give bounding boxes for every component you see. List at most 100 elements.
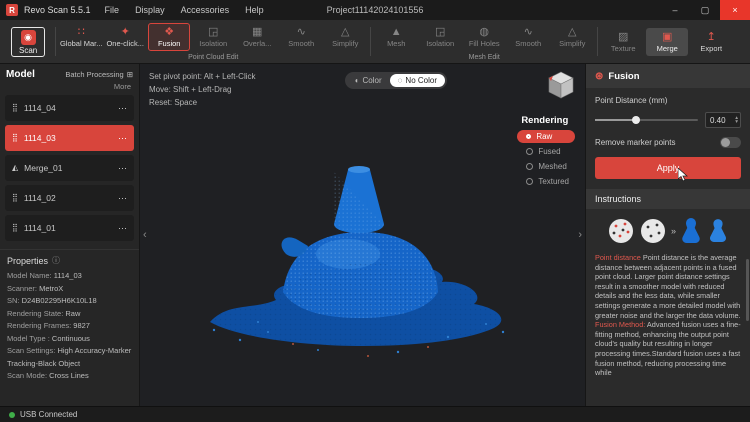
scan-label: Scan (19, 46, 37, 55)
apply-button[interactable]: Apply (595, 157, 741, 179)
fusion-icon: ❖ (164, 26, 174, 38)
viewport-hints: Set pivot point: Alt + Left-Click Move: … (149, 70, 256, 109)
tool-smooth[interactable]: ∿ Smooth (280, 23, 322, 51)
toolbar: ◉ Scan ∷ Global Mar... ✦ One-click... ❖ … (0, 20, 750, 64)
model-list: ⣿ 1114_04 ⋯ ⣿ 1114_03 ⋯ ◭ Merge_01 ⋯ ⣿ 1… (0, 95, 139, 241)
tool-fill-holes[interactable]: ◍ Fill Holes (463, 23, 505, 51)
properties-title: Properties (7, 256, 48, 266)
stepper-buttons[interactable]: ▴ ▾ (735, 116, 738, 125)
no-color-option[interactable]: ◌ No Color (390, 74, 445, 87)
tool-mesh-simplify[interactable]: △ Simplify (551, 23, 593, 51)
instructions-illustration: » (595, 216, 741, 246)
orientation-cube[interactable] (544, 69, 578, 108)
prop-model-type: Model Type : Continuous (7, 333, 132, 346)
tool-isolation[interactable]: ◲ Isolation (192, 23, 234, 51)
texture-icon: ▨ (618, 31, 628, 43)
point-distance-label: Point Distance (mm) (595, 96, 741, 105)
app-title: Revo Scan 5.5.1 (24, 5, 91, 15)
collapse-right-icon[interactable]: › (578, 229, 582, 241)
fusion-panel-title: Fusion (608, 71, 639, 82)
remove-markers-toggle[interactable] (720, 137, 741, 148)
tool-mesh-isolation[interactable]: ◲ Isolation (419, 23, 461, 51)
usb-status-icon (9, 412, 15, 418)
tool-merge[interactable]: ▣ Merge (646, 28, 688, 56)
model-item-1114-02[interactable]: ⣿ 1114_02 ⋯ (5, 185, 134, 211)
tool-mesh[interactable]: ▲ Mesh (375, 23, 417, 51)
info-icon[interactable]: ⓘ (52, 255, 60, 266)
scrollbar[interactable] (746, 259, 749, 321)
tool-overlap[interactable]: ▦ Overla... (236, 23, 278, 51)
app-logo-icon: R (6, 4, 18, 16)
pointcloud-icon: ⣿ (12, 224, 18, 232)
rendering-title: Rendering (521, 115, 568, 126)
item-menu-button[interactable]: ⋯ (118, 163, 127, 174)
menu-file[interactable]: File (105, 5, 120, 15)
instructions-title: Instructions (586, 189, 750, 209)
smooth-icon: ∿ (297, 26, 306, 38)
mouse-cursor-icon (678, 168, 688, 184)
scan-button[interactable]: ◉ Scan (11, 27, 45, 57)
instructions-text: Point distance Point distance is the ave… (595, 253, 741, 378)
tool-one-click[interactable]: ✦ One-click... (104, 23, 146, 51)
overlap-icon: ▦ (252, 26, 262, 38)
window-controls: – ▢ × (660, 0, 750, 20)
mesh-model-icon: ◭ (12, 164, 18, 172)
no-color-icon: ◌ (398, 76, 403, 85)
toolbar-divider (55, 27, 56, 56)
model-item-1114-01[interactable]: ⣿ 1114_01 ⋯ (5, 215, 134, 241)
item-menu-button[interactable]: ⋯ (118, 193, 127, 204)
arrow-icon: » (671, 226, 675, 236)
prop-scanner: Scanner: MetroX (7, 283, 132, 296)
prop-sn: SN: D24B02295H6K10L18 (7, 295, 132, 308)
model-3d-view[interactable] (198, 132, 528, 372)
color-icon: ◐ (355, 76, 360, 85)
item-menu-button[interactable]: ⋯ (118, 223, 127, 234)
remove-markers-label: Remove marker points (595, 138, 675, 147)
model-item-1114-03[interactable]: ⣿ 1114_03 ⋯ (5, 125, 134, 151)
fusion-panel-icon: ⊛ (595, 71, 603, 82)
menu-display[interactable]: Display (135, 5, 165, 15)
point-distance-input[interactable]: 0.40 ▴ ▾ (705, 112, 741, 128)
tool-fusion[interactable]: ❖ Fusion (148, 23, 190, 51)
merge-icon: ▣ (662, 31, 672, 43)
menubar: File Display Accessories Help (105, 5, 264, 15)
tool-mesh-smooth[interactable]: ∿ Smooth (507, 23, 549, 51)
maximize-button[interactable]: ▢ (690, 0, 720, 20)
statusbar: USB Connected (0, 406, 750, 422)
menu-help[interactable]: Help (245, 5, 264, 15)
global-markers-icon: ∷ (78, 26, 85, 38)
item-menu-button[interactable]: ⋯ (118, 133, 127, 144)
bust-model-2 (707, 217, 729, 245)
stepper-down-icon[interactable]: ▾ (735, 120, 738, 125)
tool-simplify[interactable]: △ Simplify (324, 23, 366, 51)
color-toggle: ◐ Color ◌ No Color (345, 72, 447, 89)
item-menu-button[interactable]: ⋯ (118, 103, 127, 114)
color-option[interactable]: ◐ Color (347, 74, 390, 87)
tool-texture[interactable]: ▨ Texture (602, 28, 644, 56)
slider-knob[interactable] (632, 116, 640, 124)
tool-export[interactable]: ↥ Export (690, 28, 732, 56)
model-item-1114-04[interactable]: ⣿ 1114_04 ⋯ (5, 95, 134, 121)
tool-global-markers[interactable]: ∷ Global Mar... (60, 23, 102, 51)
more-button[interactable]: More (114, 82, 131, 91)
pointcloud-icon: ⣿ (12, 194, 18, 202)
model-item-merge-01[interactable]: ◭ Merge_01 ⋯ (5, 155, 134, 181)
usb-status-text: USB Connected (20, 410, 77, 419)
bust-model-1 (679, 216, 703, 246)
point-distance-slider[interactable] (595, 115, 698, 125)
collapse-left-icon[interactable]: ‹ (143, 229, 147, 241)
sidebar-title: Model (6, 69, 35, 80)
batch-processing-button[interactable]: Batch Processing ⊞ (65, 70, 133, 79)
prop-rendering-frames: Rendering Frames: 9827 (7, 320, 132, 333)
prop-scan-mode: Scan Mode: Cross Lines (7, 370, 132, 383)
simplify-icon: △ (341, 26, 349, 38)
menu-accessories[interactable]: Accessories (181, 5, 230, 15)
close-button[interactable]: × (720, 0, 750, 20)
fill-holes-icon: ◍ (479, 26, 489, 38)
marker-circle-after (639, 217, 667, 245)
pointcloud-icon: ⣿ (12, 134, 18, 142)
pointcloud-icon: ⣿ (12, 104, 18, 112)
fusion-panel: ⊛ Fusion Point Distance (mm) 0.40 ▴ ▾ Re… (585, 64, 750, 406)
viewport-3d[interactable]: Set pivot point: Alt + Left-Click Move: … (140, 64, 585, 406)
minimize-button[interactable]: – (660, 0, 690, 20)
